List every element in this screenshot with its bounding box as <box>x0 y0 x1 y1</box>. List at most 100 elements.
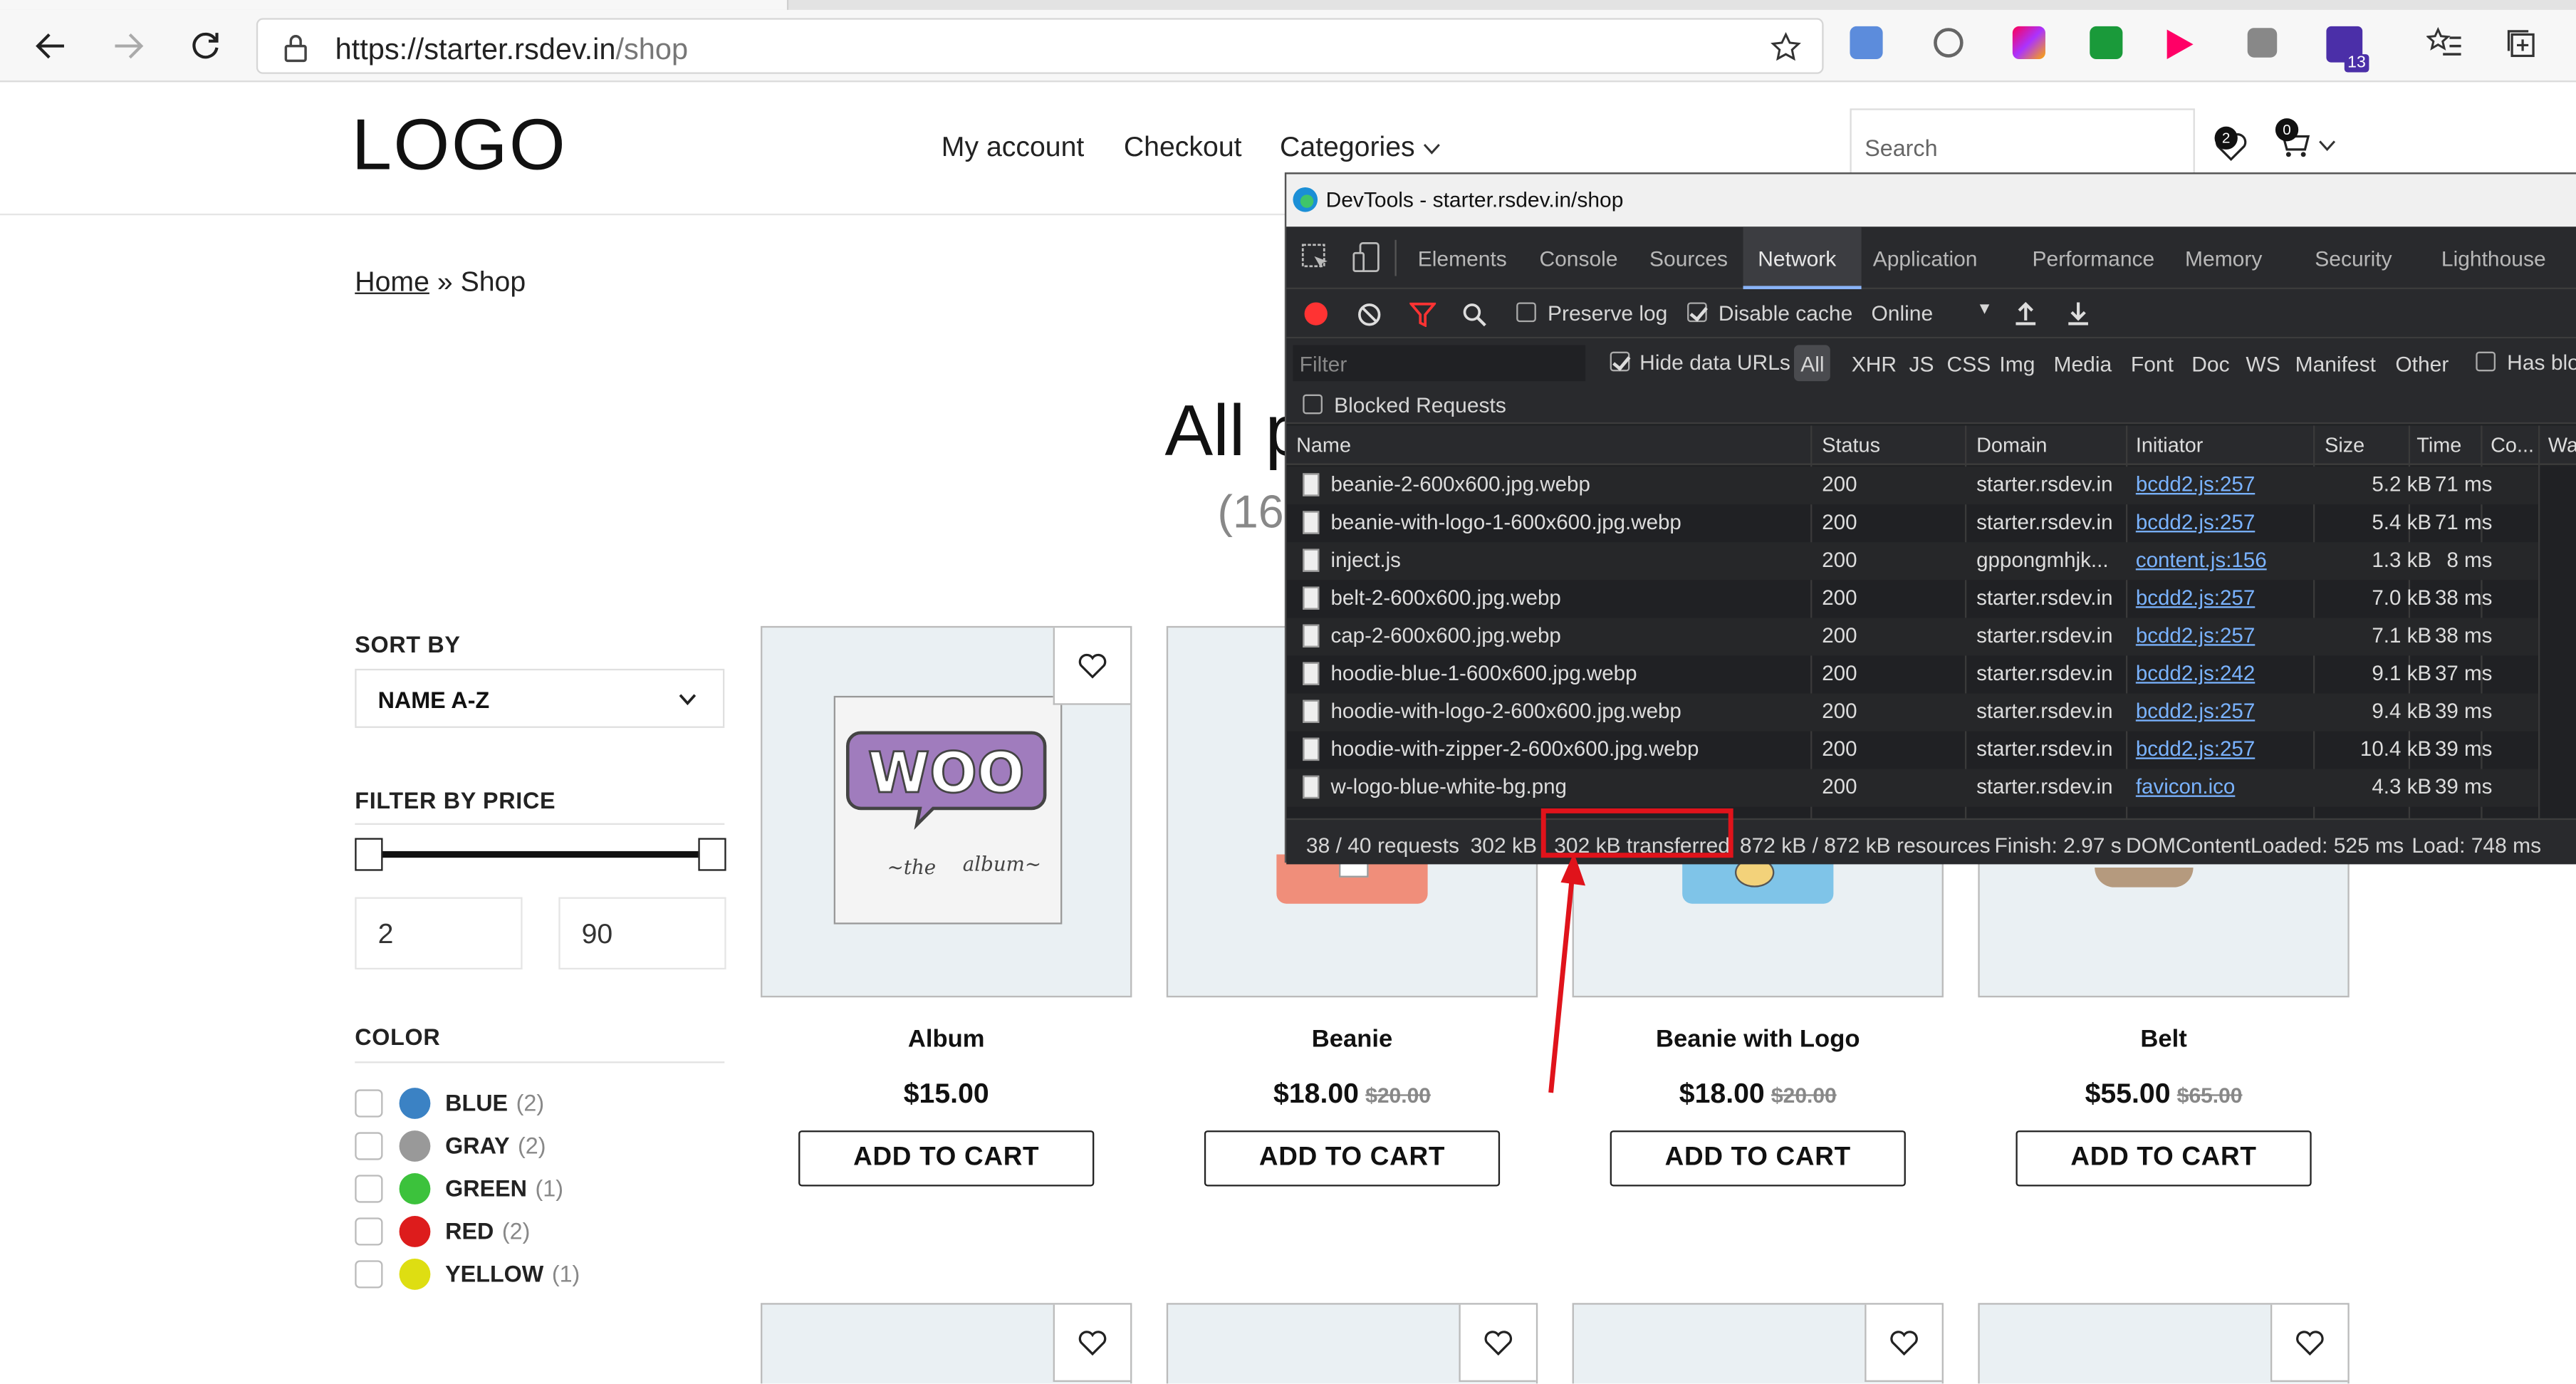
cart-link[interactable]: 0 <box>2274 118 2336 170</box>
cell-initiator[interactable]: bcdd2.js:257 <box>2136 472 2255 496</box>
check-extension-icon[interactable] <box>1934 28 1964 58</box>
has-blocked-cookies-checkbox[interactable] <box>2476 351 2496 372</box>
cell-initiator[interactable]: bcdd2.js:257 <box>2136 623 2255 647</box>
col-status-header[interactable]: Status <box>1822 434 1880 457</box>
cell-initiator[interactable]: content.js:156 <box>2136 547 2267 572</box>
filter-js[interactable]: JS <box>1909 352 1934 377</box>
address-bar[interactable]: https://starter.rsdev.in/shop <box>256 18 1824 74</box>
menu-my-account[interactable]: My account <box>942 132 1085 165</box>
filter-font[interactable]: Font <box>2131 352 2174 377</box>
color-extension-icon[interactable] <box>2012 26 2045 60</box>
color-option-yellow[interactable]: YELLOW (1) <box>355 1255 580 1291</box>
tab-application[interactable]: Application <box>1873 246 1978 271</box>
product-name[interactable]: Beanie with Logo <box>1573 1025 1944 1053</box>
add-to-wishlist-button[interactable] <box>1459 1304 1536 1383</box>
cell-initiator[interactable]: bcdd2.js:242 <box>2136 660 2255 685</box>
add-to-cart-button[interactable]: ADD TO CART <box>798 1130 1095 1187</box>
cell-initiator[interactable]: bcdd2.js:257 <box>2136 698 2255 723</box>
col-connection-header[interactable]: Co... <box>2491 434 2534 457</box>
wishlist-link[interactable]: 2 <box>2211 125 2251 169</box>
sort-select[interactable]: NAME A-Z <box>355 668 725 728</box>
add-to-wishlist-button[interactable] <box>1053 1304 1131 1383</box>
add-to-wishlist-button[interactable] <box>2270 1304 2348 1383</box>
col-size-header[interactable]: Size <box>2325 434 2364 457</box>
table-row[interactable]: hoodie-with-logo-2-600x600.jpg.webp 200 st… <box>1286 693 2539 732</box>
device-toolbar-icon[interactable] <box>1352 241 1382 274</box>
filter-manifest[interactable]: Manifest <box>2295 352 2376 377</box>
col-name-header[interactable]: Name <box>1296 434 1351 457</box>
add-to-cart-button[interactable]: ADD TO CART <box>1204 1130 1501 1187</box>
tab-console[interactable]: Console <box>1539 246 1617 271</box>
throttle-select[interactable]: Online ▼ <box>1862 301 1993 331</box>
play-extension-icon[interactable] <box>2166 29 2194 60</box>
filter-media[interactable]: Media <box>2053 352 2112 377</box>
table-row[interactable]: hoodie-with-zipper-2-600x600.jpg.webp 200… <box>1286 732 2538 769</box>
tab-memory[interactable]: Memory <box>2185 246 2262 271</box>
table-row[interactable]: belt-2-600x600.jpg.webp 200 starter.rsdev.… <box>1286 580 2538 618</box>
green-extension-icon[interactable] <box>2090 26 2123 60</box>
cell-initiator[interactable]: favicon.ico <box>2136 774 2235 799</box>
color-option-blue[interactable]: BLUE (2) <box>355 1084 544 1120</box>
inspect-element-icon[interactable] <box>1301 243 1331 273</box>
star-icon[interactable] <box>1769 31 1802 64</box>
filter-xhr[interactable]: XHR <box>1852 352 1897 377</box>
tab-sources[interactable]: Sources <box>1649 246 1728 271</box>
devtools-titlebar[interactable]: DevTools - starter.rsdev.in/shop <box>1286 174 2576 227</box>
add-to-wishlist-button[interactable] <box>1865 1304 1942 1383</box>
record-icon[interactable] <box>1304 302 1328 326</box>
translate-extension-icon[interactable] <box>1850 26 1883 60</box>
active-tab[interactable] <box>0 0 789 10</box>
refresh-icon[interactable] <box>179 20 231 73</box>
table-row[interactable]: w-logo-blue-white-bg.png 200 starter.rsdev… <box>1286 769 2539 807</box>
tab-lighthouse[interactable]: Lighthouse <box>2441 246 2546 271</box>
color-checkbox[interactable] <box>355 1131 383 1160</box>
favorites-icon[interactable] <box>2426 26 2463 59</box>
color-checkbox[interactable] <box>355 1088 383 1117</box>
product-image[interactable] <box>1166 1303 1538 1384</box>
product-image-album[interactable]: WOO ~the album~ <box>761 625 1132 998</box>
table-row[interactable]: beanie-2-600x600.jpg.webp 200 starter.rsde… <box>1286 467 2539 505</box>
add-to-cart-button[interactable]: ADD TO CART <box>2016 1130 2312 1187</box>
cell-initiator[interactable]: bcdd2.js:257 <box>2136 509 2255 534</box>
filter-input[interactable]: Filter <box>1293 345 1586 382</box>
import-har-icon[interactable] <box>2014 299 2037 327</box>
tab-network[interactable]: Network <box>1758 246 1836 271</box>
product-image[interactable] <box>761 1303 1132 1384</box>
collections-icon[interactable] <box>2505 28 2538 61</box>
hide-data-urls-checkbox[interactable] <box>1610 351 1630 372</box>
table-row[interactable]: inject.js 200 gppongmhjk... content.js:156 1… <box>1286 542 2539 581</box>
color-option-green[interactable]: GREEN (1) <box>355 1170 563 1206</box>
col-domain-header[interactable]: Domain <box>1976 434 2047 457</box>
clear-icon[interactable] <box>1357 302 1382 327</box>
filter-doc[interactable]: Doc <box>2191 352 2229 377</box>
gray-extension-icon[interactable] <box>2247 28 2278 58</box>
product-name[interactable]: Album <box>761 1025 1132 1053</box>
filter-css[interactable]: CSS <box>1947 352 1991 377</box>
export-har-icon[interactable] <box>2067 299 2090 327</box>
col-waterfall-header[interactable]: Wa <box>2548 434 2576 457</box>
cell-initiator[interactable]: bcdd2.js:257 <box>2136 585 2255 610</box>
search-icon[interactable] <box>1462 302 1487 327</box>
price-slider-min-handle[interactable] <box>355 838 383 871</box>
product-image[interactable] <box>1572 1303 1944 1384</box>
disable-cache-checkbox[interactable] <box>1687 302 1707 323</box>
product-name[interactable]: Belt <box>1978 1025 2349 1053</box>
col-initiator-header[interactable]: Initiator <box>2136 434 2204 457</box>
filter-ws[interactable]: WS <box>2246 352 2280 377</box>
price-min-input[interactable]: 2 <box>355 897 523 970</box>
preserve-log-checkbox[interactable] <box>1516 302 1536 323</box>
product-name[interactable]: Beanie <box>1167 1025 1538 1053</box>
blocked-requests-checkbox[interactable] <box>1303 394 1323 415</box>
table-row[interactable]: beanie-with-logo-1-600x600.jpg.webp 200 st… <box>1286 504 2538 542</box>
color-checkbox[interactable] <box>355 1259 383 1288</box>
color-checkbox[interactable] <box>355 1174 383 1202</box>
tab-elements[interactable]: Elements <box>1418 246 1507 271</box>
table-row[interactable]: hoodie-blue-1-600x600.jpg.webp 200 starter… <box>1286 655 2538 693</box>
price-slider-track[interactable] <box>367 850 714 858</box>
filter-icon[interactable] <box>1409 302 1436 328</box>
badge-extension-icon[interactable]: 13 <box>2326 26 2369 73</box>
product-image[interactable] <box>1978 1303 2350 1384</box>
forward-arrow-icon[interactable] <box>102 20 155 73</box>
table-row[interactable]: cap-2-600x600.jpg.webp 200 starter.rsdev.i… <box>1286 618 2539 656</box>
color-checkbox[interactable] <box>355 1217 383 1245</box>
